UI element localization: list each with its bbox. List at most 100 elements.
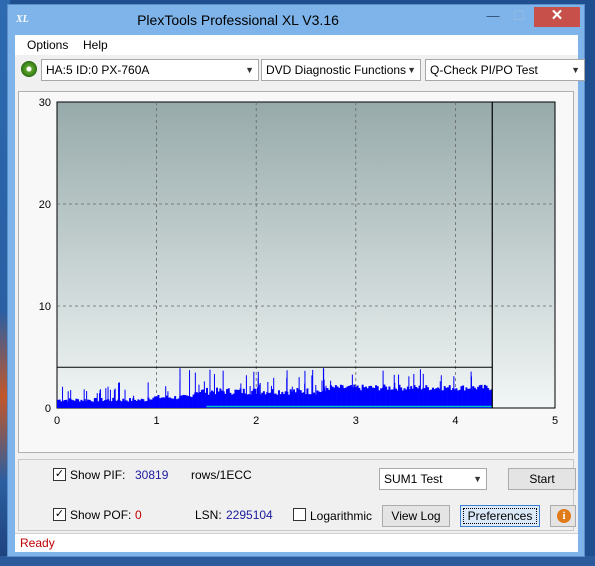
- app-window: XL PlexTools Professional XL V3.16 — ☐ ✕…: [7, 4, 585, 557]
- pi-spike: [398, 374, 400, 408]
- logarithmic-label: Logarithmic: [310, 509, 373, 523]
- pi-spike: [147, 382, 149, 408]
- pi-spike: [325, 385, 327, 408]
- pi-spike: [213, 374, 215, 408]
- pi-spike: [118, 382, 120, 408]
- pi-spike: [67, 391, 69, 408]
- pi-spike: [240, 383, 242, 408]
- show-pif-label: Show PIF:: [70, 468, 126, 482]
- chevron-down-icon: ▼: [571, 65, 580, 75]
- pi-spike: [273, 377, 275, 408]
- menu-options[interactable]: Options: [27, 38, 68, 52]
- chevron-down-icon: ▼: [473, 474, 482, 484]
- y-tick-label: 10: [39, 301, 51, 313]
- pi-spike: [165, 386, 167, 408]
- pi-spike: [322, 368, 325, 408]
- lsn-label: LSN:: [195, 508, 222, 522]
- pi-spike: [198, 384, 200, 408]
- pi-spike: [470, 371, 472, 408]
- pi-spike: [189, 370, 191, 408]
- y-tick-label: 20: [39, 199, 51, 211]
- chevron-down-icon: ▼: [245, 65, 254, 75]
- pi-spike: [83, 389, 85, 408]
- pi-spike: [330, 380, 332, 408]
- pif-value: 30819: [135, 468, 169, 482]
- pi-spike: [382, 370, 384, 408]
- pi-spike: [321, 380, 323, 408]
- test-select[interactable]: Q-Check PI/PO Test ▼: [425, 59, 585, 81]
- pi-spike: [209, 369, 211, 408]
- plot-area: [56, 101, 556, 409]
- y-tick-label: 0: [45, 403, 51, 415]
- pi-spike: [351, 374, 353, 408]
- preferences-button[interactable]: Preferences: [460, 505, 540, 527]
- minimize-button[interactable]: —: [480, 7, 506, 27]
- pi-spike: [124, 389, 126, 408]
- graph-panel: 0 1 2 3 4 5 0 10 20 30: [18, 91, 574, 453]
- x-tick-label: 3: [353, 415, 359, 427]
- pi-spike: [222, 370, 224, 408]
- show-pof-checkbox[interactable]: ✓: [53, 508, 66, 521]
- pif-unit: rows/1ECC: [191, 468, 252, 482]
- status-text: Ready: [20, 536, 55, 550]
- controls-panel: ✓ Show PIF: 30819 rows/1ECC SUM1 Test ▼ …: [18, 459, 576, 531]
- x-tick-label: 2: [253, 415, 259, 427]
- start-button[interactable]: Start: [508, 468, 576, 490]
- lsn-value: 2295104: [226, 508, 273, 522]
- pi-po-chart: 0 1 2 3 4 5 0 10 20 30: [39, 97, 558, 427]
- pi-spike: [419, 369, 421, 408]
- x-tick-label: 0: [54, 415, 60, 427]
- preferences-button-label: Preferences: [462, 508, 538, 524]
- window-title: PlexTools Professional XL V3.16: [137, 12, 339, 28]
- pi-spike: [439, 381, 441, 408]
- pi-spike: [118, 382, 120, 408]
- function-select[interactable]: DVD Diagnostic Functions ▼: [261, 59, 421, 81]
- pi-spike: [440, 375, 442, 408]
- view-log-button[interactable]: View Log: [382, 505, 450, 527]
- pi-spike: [453, 376, 455, 408]
- pi-spike: [259, 382, 261, 408]
- status-bar: Ready: [15, 533, 578, 552]
- toolbar: HA:5 ID:0 PX-760A ▼ DVD Diagnostic Funct…: [15, 57, 585, 83]
- close-button[interactable]: ✕: [534, 7, 580, 27]
- desktop-taskbar-edge: [0, 556, 595, 566]
- pi-spike: [133, 395, 135, 408]
- pi-spike: [408, 376, 410, 408]
- function-select-value: DVD Diagnostic Functions: [266, 63, 407, 77]
- info-button[interactable]: i: [550, 505, 576, 527]
- show-pof-label: Show POF:: [70, 508, 132, 522]
- pi-spike: [107, 386, 109, 408]
- pi-spike: [70, 390, 72, 408]
- menu-help[interactable]: Help: [83, 38, 108, 52]
- sum-test-select[interactable]: SUM1 Test ▼: [379, 468, 487, 490]
- x-tick-label: 1: [154, 415, 160, 427]
- pi-spike: [96, 393, 98, 408]
- pi-spike: [86, 391, 88, 408]
- pi-spike: [298, 377, 300, 408]
- client-area: Options Help HA:5 ID:0 PX-760A ▼ DVD Dia…: [15, 35, 585, 552]
- maximize-button[interactable]: ☐: [506, 7, 532, 27]
- disc-drive-icon: [21, 61, 37, 77]
- title-bar[interactable]: XL PlexTools Professional XL V3.16 — ☐ ✕: [8, 5, 584, 35]
- pi-spike: [291, 386, 293, 408]
- pi-spike: [249, 386, 251, 408]
- drive-select[interactable]: HA:5 ID:0 PX-760A ▼: [41, 59, 259, 81]
- logarithmic-checkbox[interactable]: [293, 508, 306, 521]
- pi-spike: [257, 371, 259, 408]
- pi-spike: [413, 373, 415, 408]
- drive-select-value: HA:5 ID:0 PX-760A: [46, 63, 150, 77]
- pi-spike: [245, 375, 247, 408]
- pi-spike: [105, 388, 107, 408]
- test-select-value: Q-Check PI/PO Test: [430, 63, 538, 77]
- menu-bar: Options Help: [15, 35, 578, 55]
- show-pif-checkbox[interactable]: ✓: [53, 468, 66, 481]
- pi-spike: [422, 373, 424, 408]
- sum-test-select-value: SUM1 Test: [384, 472, 443, 486]
- pi-spike: [194, 372, 196, 408]
- pi-spike: [315, 384, 317, 408]
- pi-spike: [113, 389, 115, 408]
- pi-spike: [167, 391, 169, 408]
- pof-value: 0: [135, 508, 142, 522]
- pi-spike: [109, 389, 111, 408]
- pi-spike: [270, 385, 272, 408]
